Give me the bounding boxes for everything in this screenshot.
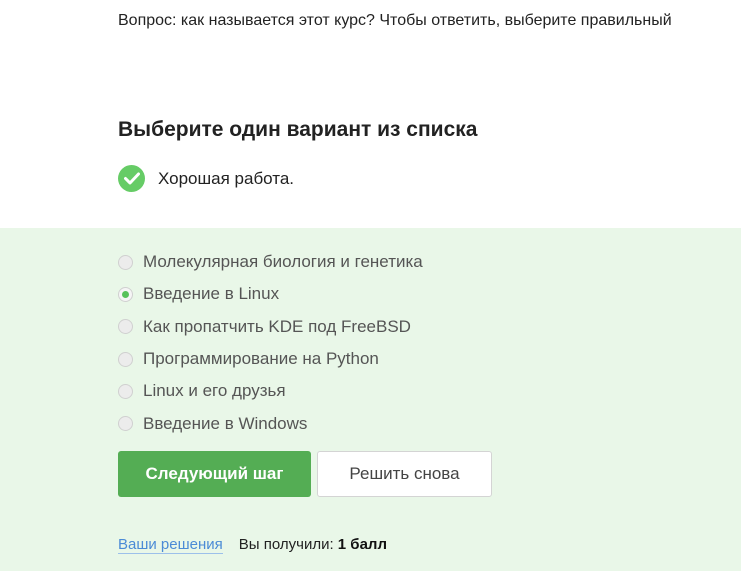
option-item[interactable]: Введение в Linux [118,278,423,310]
option-label: Введение в Windows [143,413,308,433]
radio-button[interactable] [118,254,133,270]
option-label: Linux и его друзья [143,381,286,401]
option-label: Введение в Linux [143,284,280,304]
section-heading: Выберите один вариант из списка [118,118,478,141]
question-text: Вопрос: как называется этот курс? Чтобы … [118,12,672,29]
options-list: Молекулярная биология и генетика Введени… [118,246,423,440]
score-text: Вы получили: 1 балл [239,536,387,554]
footer: Ваши решения Вы получили: 1 балл [118,536,387,554]
radio-button[interactable] [118,319,133,335]
option-item[interactable]: Молекулярная биология и генетика [118,246,423,278]
feedback-message: Хорошая работа. [118,165,294,192]
score-value: 1 балл [337,536,387,553]
option-item[interactable]: Linux и его друзья [118,375,423,407]
your-solutions-link[interactable]: Ваши решения [118,536,223,554]
option-label: Как пропатчить KDE под FreeBSD [143,316,411,336]
radio-button[interactable] [118,416,133,432]
option-item[interactable]: Программирование на Python [118,343,423,375]
option-label: Программирование на Python [143,349,379,369]
option-label: Молекулярная биология и генетика [143,252,423,272]
next-step-button[interactable]: Следующий шаг [118,451,311,497]
check-circle-icon [118,165,145,192]
retry-button[interactable]: Решить снова [317,451,492,497]
option-item[interactable]: Как пропатчить KDE под FreeBSD [118,311,423,343]
option-item[interactable]: Введение в Windows [118,407,423,439]
radio-button[interactable] [118,383,133,399]
feedback-text: Хорошая работа. [158,168,295,188]
radio-button-selected[interactable] [118,286,133,302]
score-label: Вы получили: [238,536,334,553]
radio-button[interactable] [118,351,133,367]
